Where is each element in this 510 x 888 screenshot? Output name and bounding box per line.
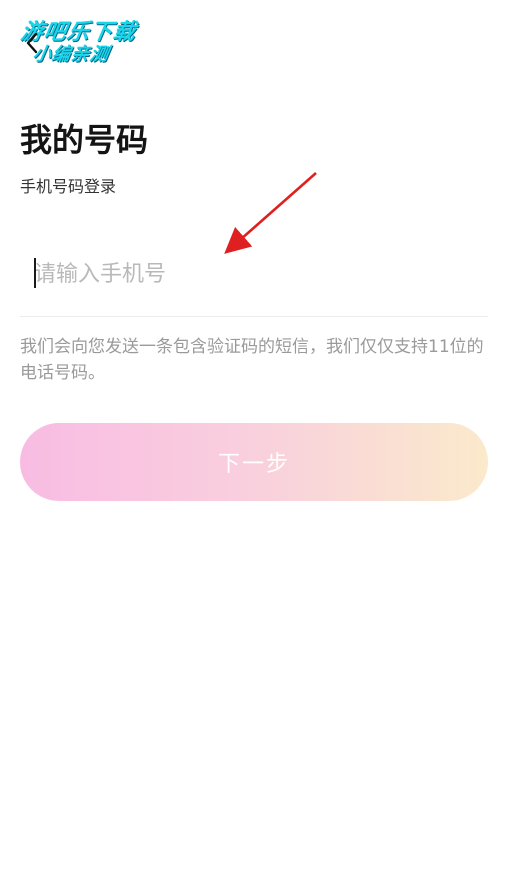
text-caret [34, 258, 36, 288]
chevron-left-icon [26, 32, 38, 54]
sms-notice-text: 我们会向您发送一条包含验证码的短信，我们仅仅支持11位的电话号码。 [20, 337, 484, 383]
page-title: 我的号码 [20, 121, 149, 159]
login-method-subtitle: 手机号码登录 [20, 177, 117, 196]
next-step-button[interactable]: 下一步 [20, 423, 488, 501]
back-button[interactable] [20, 28, 44, 58]
phone-field [20, 236, 488, 317]
phone-number-input[interactable] [34, 254, 474, 294]
